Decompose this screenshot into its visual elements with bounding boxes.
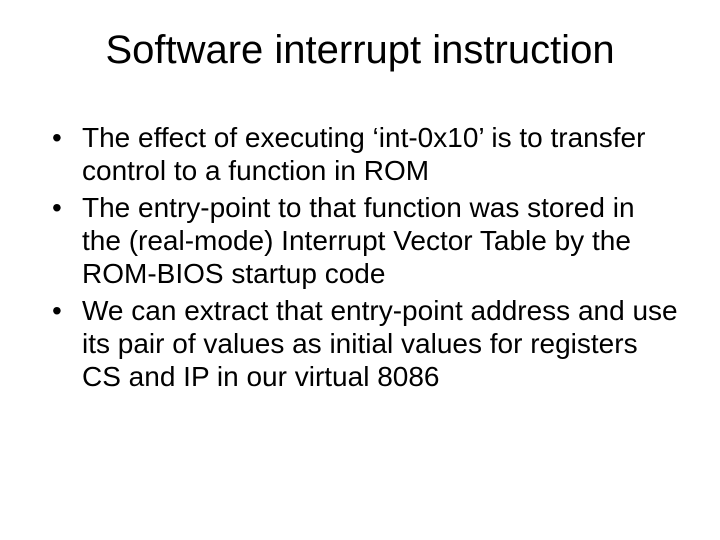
slide-title: Software interrupt instruction	[40, 28, 680, 73]
list-item: The effect of executing ‘int-0x10’ is to…	[46, 121, 680, 187]
list-item: The entry-point to that function was sto…	[46, 191, 680, 290]
bullet-list: The effect of executing ‘int-0x10’ is to…	[40, 121, 680, 393]
slide: Software interrupt instruction The effec…	[0, 0, 720, 540]
list-item: We can extract that entry-point address …	[46, 294, 680, 393]
